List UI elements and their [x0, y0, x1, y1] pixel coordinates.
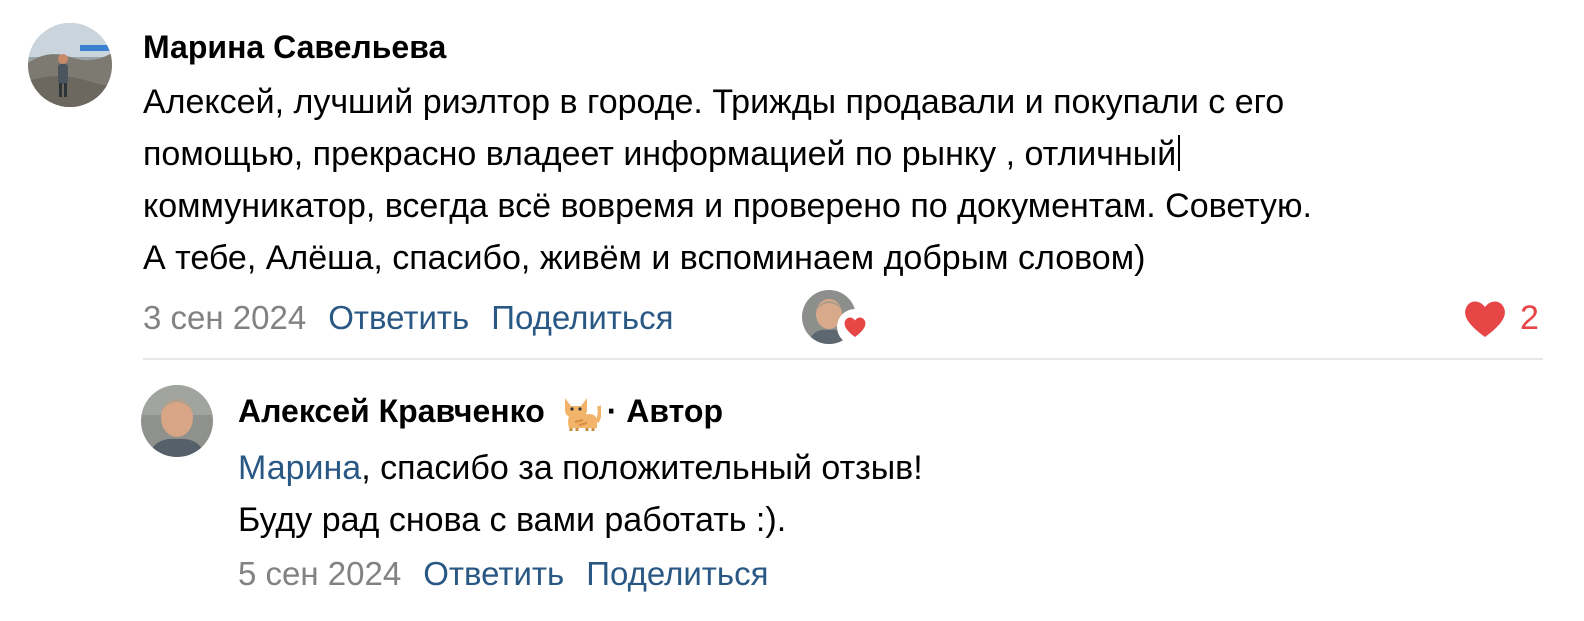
heart-icon [1465, 301, 1505, 337]
divider [143, 358, 1543, 360]
author-name[interactable]: Алексей Кравченко [238, 393, 545, 429]
comment-meta: 5 сен 2024 Ответить Поделиться [238, 554, 768, 594]
author-name[interactable]: Марина Савельева [143, 27, 446, 67]
author-name-line: Алексей Кравченко · Автор [238, 391, 723, 432]
comment-text: Алексей, лучший риэлтор в городе. Трижды… [143, 76, 1312, 284]
comment-text-line: Буду рад снова с вами работать :). [238, 501, 787, 539]
comment-meta: 3 сен 2024 Ответить Поделиться [143, 298, 673, 338]
comment-date[interactable]: 3 сен 2024 [143, 299, 306, 336]
comment-date[interactable]: 5 сен 2024 [238, 555, 401, 592]
comment-text-line: А тебе, Алёша, спасибо, живём и вспомина… [143, 239, 1146, 277]
like-button[interactable]: 2 [1462, 296, 1539, 340]
avatar-photo [28, 23, 112, 107]
avatar-photo [141, 385, 213, 457]
share-button[interactable]: Поделиться [586, 555, 768, 592]
share-button[interactable]: Поделиться [491, 299, 673, 336]
avatar[interactable] [141, 385, 213, 457]
mention-link[interactable]: Марина [238, 449, 361, 487]
cat-icon [564, 398, 601, 431]
avatar[interactable] [28, 23, 112, 107]
comment-text-line: коммуникатор, всегда всё вовремя и прове… [143, 187, 1312, 225]
author-badge: · Автор [606, 393, 723, 429]
like-count: 2 [1520, 298, 1539, 337]
text-cursor [1178, 135, 1181, 171]
reply-button[interactable]: Ответить [328, 299, 469, 336]
comment-text-line: Алексей, лучший риэлтор в городе. Трижды… [143, 83, 1285, 121]
comment-text-line: помощью, прекрасно владеет информацией п… [143, 128, 1312, 180]
heart-icon [837, 309, 873, 345]
comment-text-line: Марина, спасибо за положительный отзыв! [238, 449, 923, 487]
liked-by-avatar[interactable] [802, 290, 873, 346]
reply-button[interactable]: Ответить [423, 555, 564, 592]
comment-text: Марина, спасибо за положительный отзыв! … [238, 442, 923, 546]
